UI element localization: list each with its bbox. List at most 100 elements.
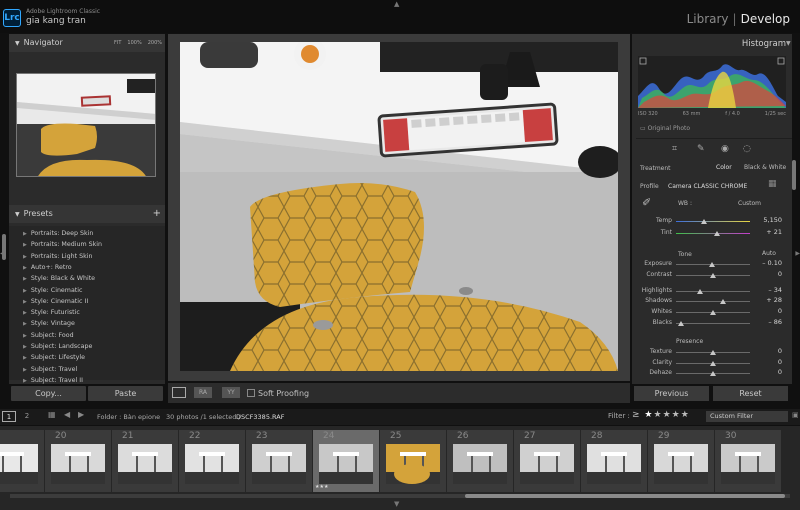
- preset-item[interactable]: ▶ Portraits: Light Skin: [23, 253, 93, 260]
- filmstrip-thumb[interactable]: 27: [514, 430, 580, 492]
- rating-filter-stars[interactable]: ≥ ★★★★★: [632, 410, 690, 420]
- zoom-100[interactable]: 100%: [127, 40, 141, 46]
- slider-value[interactable]: 0: [752, 307, 782, 315]
- crop-tool-icon[interactable]: ⌗: [672, 144, 677, 154]
- filmstrip-thumb[interactable]: 23: [246, 430, 312, 492]
- main-photo[interactable]: [180, 42, 618, 371]
- collapse-bottom-panel-icon[interactable]: ▼: [394, 500, 399, 508]
- slider-thumb[interactable]: [710, 310, 716, 315]
- slider-thumb[interactable]: [678, 321, 685, 326]
- filmstrip-scroll-thumb[interactable]: [465, 494, 785, 498]
- preset-item[interactable]: ▶ Subject: Travel II: [23, 377, 83, 384]
- filmstrip-thumb[interactable]: 24 ★★★: [313, 430, 379, 492]
- module-develop[interactable]: Develop: [741, 12, 790, 26]
- slider-thumb[interactable]: [701, 219, 708, 224]
- slider-thumb[interactable]: [710, 350, 716, 355]
- presets-header[interactable]: ▼ Presets +: [9, 205, 165, 223]
- window-2-button[interactable]: 2: [20, 411, 34, 422]
- preset-item[interactable]: ▶ Style: Black & White: [23, 275, 95, 282]
- preset-item[interactable]: ▶ Subject: Lifestyle: [23, 354, 85, 361]
- filmstrip-thumb[interactable]: 30: [715, 430, 781, 492]
- filter-lock-icon[interactable]: ▣: [792, 411, 799, 419]
- slider-track[interactable]: [676, 291, 750, 292]
- preset-item[interactable]: ▶ Subject: Travel: [23, 366, 77, 373]
- right-panel-arrow-icon[interactable]: ▶: [795, 250, 800, 257]
- profile-browser-icon[interactable]: ▦: [768, 179, 777, 189]
- tone-auto-button[interactable]: Auto: [762, 250, 776, 257]
- previous-button[interactable]: Previous: [634, 386, 709, 401]
- copy-settings-button[interactable]: Copy...: [11, 386, 86, 401]
- profile-dropdown[interactable]: Camera CLASSIC CHROME: [668, 183, 747, 190]
- forward-arrow-icon[interactable]: ▶: [78, 410, 84, 419]
- masking-tool-icon[interactable]: ◌: [743, 144, 751, 154]
- slider-value[interactable]: – 0.10: [752, 259, 782, 267]
- folder-path[interactable]: Folder : Bàn epione: [97, 413, 160, 421]
- filmstrip-thumb[interactable]: 21: [112, 430, 178, 492]
- slider-value[interactable]: 0: [752, 358, 782, 366]
- slider-value[interactable]: 0: [752, 270, 782, 278]
- paste-settings-button[interactable]: Paste: [88, 386, 163, 401]
- filmstrip-thumb[interactable]: 22: [179, 430, 245, 492]
- add-preset-icon[interactable]: +: [153, 205, 161, 223]
- preset-item[interactable]: ▶ Subject: Food: [23, 332, 74, 339]
- grid-view-icon[interactable]: ▦: [48, 410, 56, 419]
- slider-thumb[interactable]: [710, 361, 716, 366]
- eyedropper-icon[interactable]: ✐: [642, 196, 651, 209]
- slider-track[interactable]: [676, 221, 750, 222]
- slider-value[interactable]: – 86: [752, 318, 782, 326]
- zoom-fit[interactable]: FIT: [114, 40, 121, 46]
- window-1-button[interactable]: 1: [2, 411, 16, 422]
- slider-thumb[interactable]: [708, 262, 715, 267]
- preset-item[interactable]: ▶ Subject: Landscape: [23, 343, 92, 350]
- slider-thumb[interactable]: [710, 273, 716, 278]
- slider-thumb[interactable]: [720, 299, 727, 304]
- module-library[interactable]: Library: [687, 12, 729, 26]
- treatment-color-option[interactable]: Color: [716, 164, 732, 171]
- before-after-swap-icon[interactable]: YY: [222, 387, 240, 398]
- right-panel-scrollbar[interactable]: [792, 160, 796, 190]
- preset-item[interactable]: ▶ Portraits: Medium Skin: [23, 241, 102, 248]
- filmstrip-thumb[interactable]: 25: [380, 430, 446, 492]
- navigator-preview[interactable]: [16, 73, 156, 177]
- back-arrow-icon[interactable]: ◀: [64, 410, 70, 419]
- collapse-triangle-icon[interactable]: ▼: [786, 40, 791, 47]
- loupe-view-icon[interactable]: [172, 387, 186, 398]
- filter-dropdown[interactable]: Custom Filter: [706, 411, 788, 422]
- preset-item[interactable]: ▶ Auto+: Retro: [23, 264, 72, 271]
- slider-value[interactable]: 0: [752, 368, 782, 376]
- filmstrip-thumb[interactable]: 28: [581, 430, 647, 492]
- reset-button[interactable]: Reset: [713, 386, 788, 401]
- slider-value[interactable]: 0: [752, 347, 782, 355]
- soft-proofing-checkbox[interactable]: [247, 389, 255, 397]
- filmstrip-thumb[interactable]: 26: [447, 430, 513, 492]
- treatment-bw-option[interactable]: Black & White: [744, 164, 786, 171]
- slider-value[interactable]: 5,150: [752, 216, 782, 224]
- slider-value[interactable]: + 21: [752, 228, 782, 236]
- red-eye-tool-icon[interactable]: ◉: [721, 144, 729, 154]
- collapse-top-panel-icon[interactable]: ▲: [394, 0, 399, 8]
- preset-item[interactable]: ▶ Style: Cinematic II: [23, 298, 88, 305]
- preset-item[interactable]: ▶ Portraits: Deep Skin: [23, 230, 93, 237]
- slider-track[interactable]: [676, 323, 750, 324]
- preset-item[interactable]: ▶ Style: Vintage: [23, 320, 75, 327]
- navigator-header[interactable]: ▼ Navigator FIT 100% 200%: [9, 34, 165, 52]
- original-photo-toggle[interactable]: ▭ Original Photo: [640, 125, 690, 132]
- slider-track[interactable]: [676, 301, 750, 302]
- wb-dropdown[interactable]: Custom: [738, 200, 761, 207]
- healing-tool-icon[interactable]: ✎: [697, 144, 705, 154]
- slider-value[interactable]: – 34: [752, 286, 782, 294]
- preset-item[interactable]: ▶ Style: Cinematic: [23, 287, 82, 294]
- filmstrip-thumb[interactable]: 20: [45, 430, 111, 492]
- left-panel-scrollbar[interactable]: [2, 234, 6, 260]
- zoom-200[interactable]: 200%: [148, 40, 162, 46]
- selected-filename[interactable]: DSCF3385.RAF: [236, 413, 284, 421]
- preset-item[interactable]: ▶ Style: Futuristic: [23, 309, 80, 316]
- slider-thumb[interactable]: [710, 371, 716, 376]
- before-after-icon[interactable]: RA: [194, 387, 212, 398]
- filmstrip-thumb[interactable]: 29: [648, 430, 714, 492]
- slider-value[interactable]: + 28: [752, 296, 782, 304]
- slider-thumb[interactable]: [713, 231, 720, 236]
- expand-triangle-icon: ▶: [23, 344, 27, 350]
- slider-thumb[interactable]: [697, 289, 704, 294]
- filmstrip-thumb[interactable]: 19: [0, 430, 44, 492]
